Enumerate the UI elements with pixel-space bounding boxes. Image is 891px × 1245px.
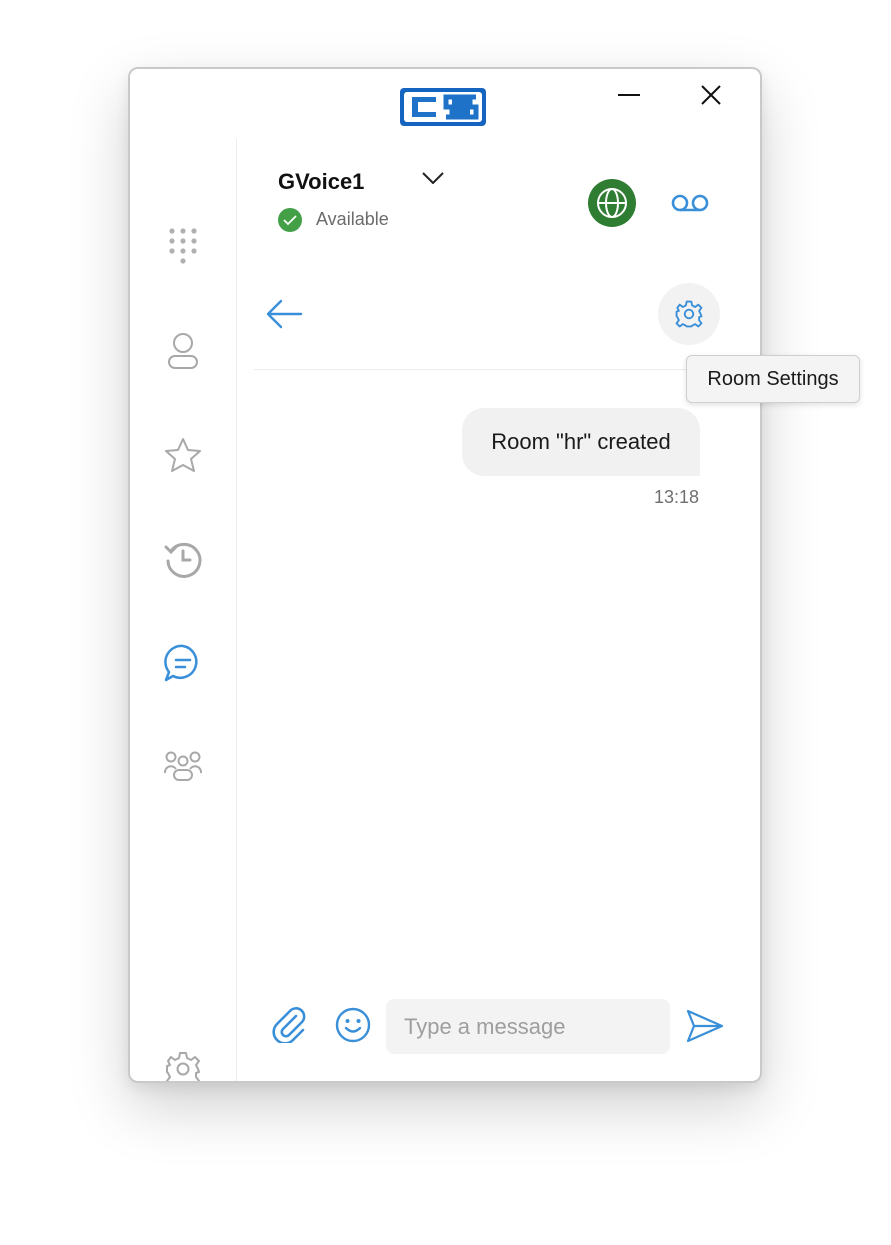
paperclip-icon: [272, 1007, 306, 1043]
header-divider: [254, 369, 744, 370]
room-settings-tooltip: Room Settings: [686, 355, 860, 403]
main-panel: GVoice1 Available Room "hr" created 13:1…: [236, 139, 760, 1081]
chat-icon: [164, 644, 198, 682]
sidebar-item-history[interactable]: [155, 531, 211, 587]
status-check-icon: [278, 208, 302, 232]
history-icon: [164, 542, 202, 578]
voicemail-icon: [671, 194, 709, 212]
gear-icon: [675, 300, 703, 328]
sidebar-item-settings[interactable]: [155, 1041, 211, 1081]
send-icon: [686, 1009, 724, 1043]
globe-button[interactable]: [588, 179, 636, 227]
sidebar-item-dialpad[interactable]: [155, 219, 211, 275]
account-name[interactable]: GVoice1: [278, 169, 364, 195]
person-icon: [168, 333, 198, 369]
send-button[interactable]: [682, 1003, 728, 1049]
voicemail-button[interactable]: [666, 183, 714, 223]
gear-icon: [166, 1052, 200, 1081]
back-button[interactable]: [258, 291, 310, 337]
sidebar-item-chat[interactable]: [155, 635, 211, 691]
star-icon: [165, 438, 201, 472]
app-logo: [398, 85, 488, 134]
title-bar: [130, 69, 760, 139]
sidebar-item-favorites[interactable]: [155, 427, 211, 483]
message-input[interactable]: [386, 999, 670, 1054]
status-label: Available: [316, 209, 389, 229]
sidebar-item-contacts[interactable]: [155, 323, 211, 379]
sidebar-item-groups[interactable]: [155, 739, 211, 795]
message-bubble: Room "hr" created: [462, 408, 700, 476]
emoji-button[interactable]: [330, 1002, 376, 1048]
close-button[interactable]: [688, 79, 734, 111]
room-settings-button[interactable]: [658, 283, 720, 345]
sidebar: [130, 139, 237, 1081]
minimize-button[interactable]: [606, 79, 652, 111]
message-timestamp: 13:18: [654, 487, 700, 507]
smiley-icon: [335, 1007, 371, 1043]
chevron-down-icon: [422, 172, 444, 184]
close-icon: [701, 85, 721, 105]
account-dropdown-button[interactable]: [418, 165, 448, 191]
attach-button[interactable]: [266, 1002, 312, 1048]
globe-icon: [597, 188, 627, 218]
dialpad-icon: [169, 228, 197, 264]
group-icon: [163, 751, 203, 781]
app-window: GVoice1 Available Room "hr" created 13:1…: [128, 67, 762, 1083]
arrow-left-icon: [266, 299, 303, 329]
